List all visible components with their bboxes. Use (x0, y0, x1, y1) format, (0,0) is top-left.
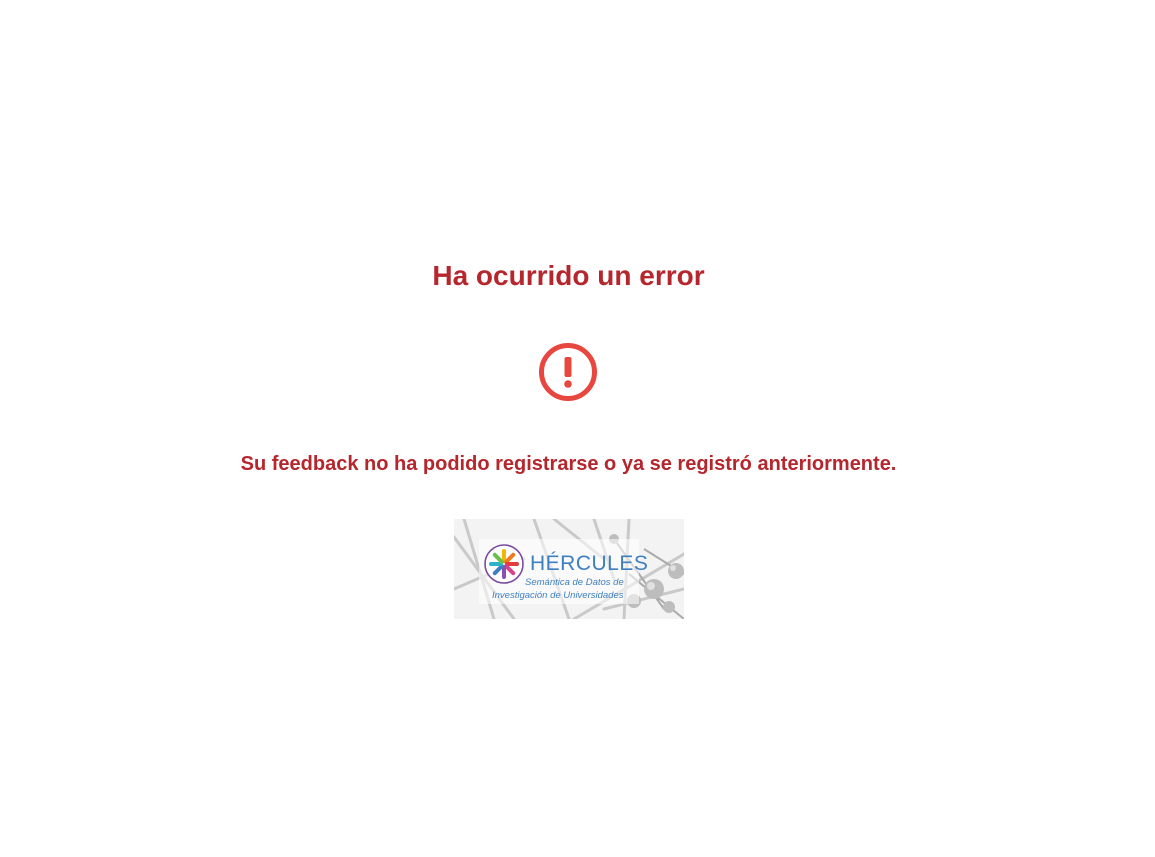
error-page: Ha ocurrido un error Su feedback no ha p… (0, 0, 1155, 857)
logo-name: HÉRCULES (530, 552, 649, 575)
exclamation-circle-icon (537, 341, 599, 403)
page-title: Ha ocurrido un error (432, 260, 705, 291)
logo-subtitle-line2: Investigación de Universidades (492, 590, 624, 601)
logo-subtitle-line1: Semántica de Datos de (525, 577, 624, 588)
hercules-logo: HÉRCULES Semántica de Datos de Investiga… (454, 519, 684, 619)
error-message: Su feedback no ha podido registrarse o y… (240, 453, 897, 475)
